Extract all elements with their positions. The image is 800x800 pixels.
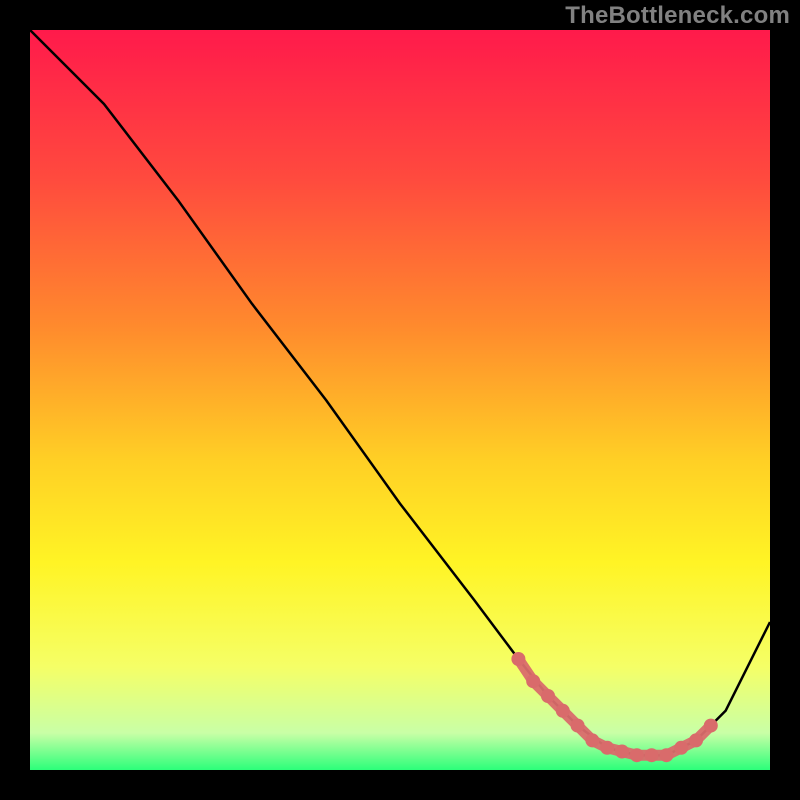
optimal-marker [571, 719, 585, 733]
chart-background [30, 30, 770, 770]
optimal-marker [645, 748, 659, 762]
chart-wrap: TheBottleneck.com [0, 0, 800, 800]
optimal-marker [556, 704, 570, 718]
optimal-marker [659, 748, 673, 762]
optimal-marker [615, 745, 629, 759]
optimal-marker [585, 733, 599, 747]
watermark: TheBottleneck.com [565, 2, 790, 30]
optimal-marker [630, 748, 644, 762]
chart-plot [30, 30, 770, 770]
optimal-marker [511, 652, 525, 666]
optimal-marker [689, 733, 703, 747]
optimal-marker [704, 719, 718, 733]
optimal-marker [674, 741, 688, 755]
optimal-marker [600, 741, 614, 755]
optimal-marker [526, 674, 540, 688]
optimal-marker [541, 689, 555, 703]
